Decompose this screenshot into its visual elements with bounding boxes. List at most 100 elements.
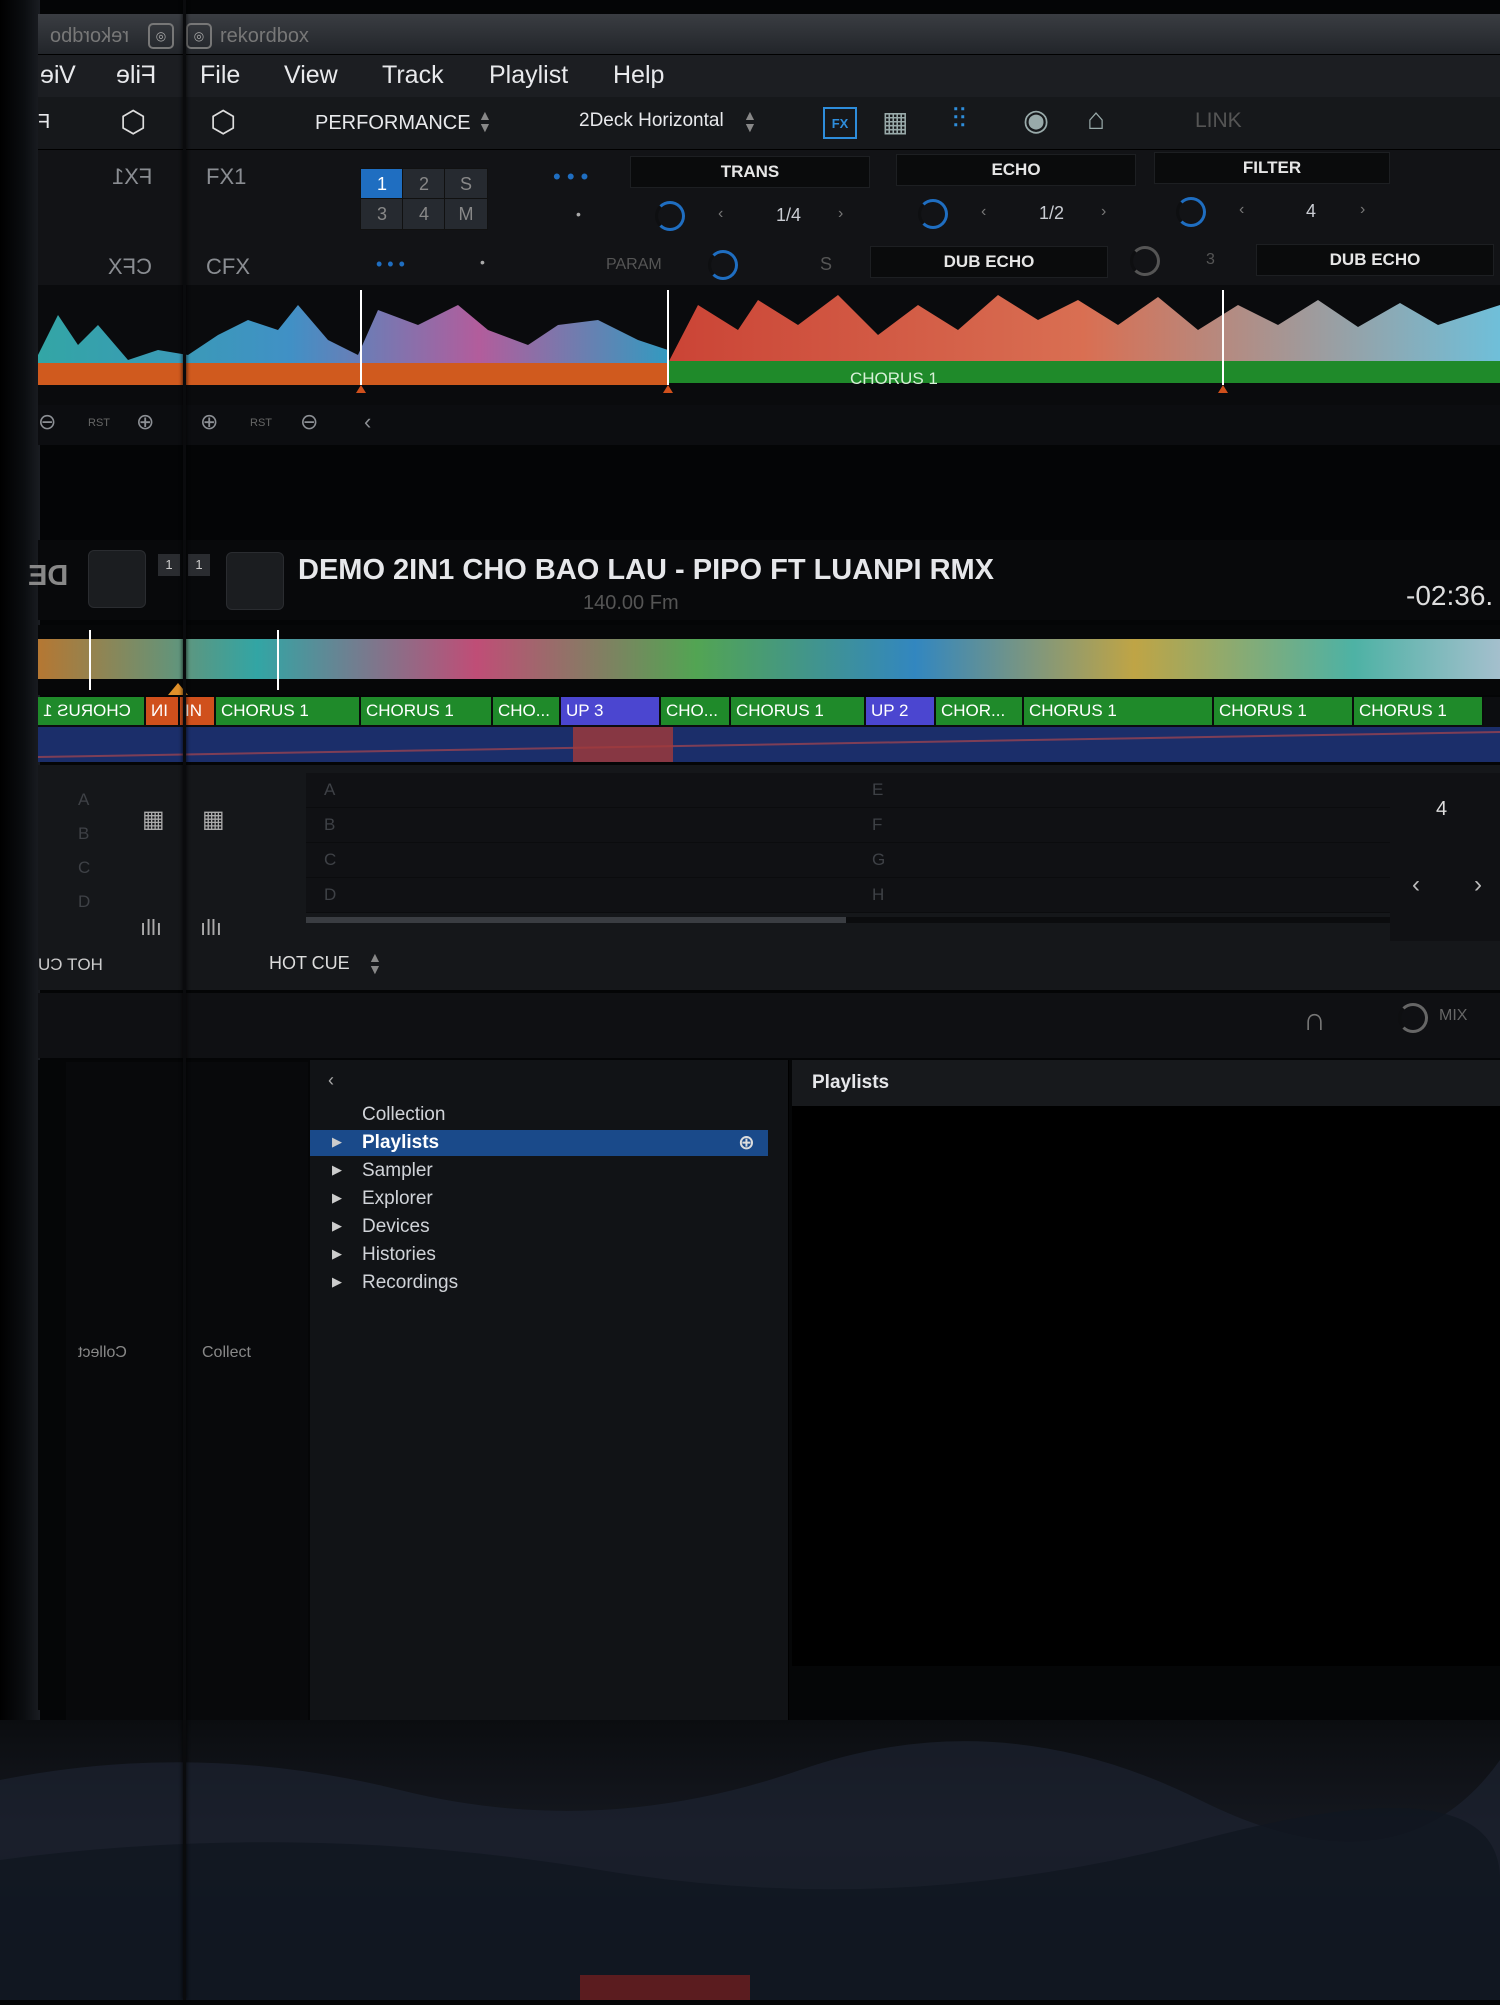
fx-panel-button[interactable]: FX bbox=[823, 107, 857, 139]
cfx-dub-echo-select[interactable]: DUB ECHO bbox=[870, 246, 1108, 278]
hot-cue-letter: E bbox=[872, 780, 884, 799]
fx-deck-m-button[interactable]: M bbox=[444, 198, 488, 230]
next-icon[interactable]: › bbox=[838, 205, 843, 223]
hot-cue-marker[interactable]: CHORUS 1 bbox=[38, 697, 146, 725]
expand-arrow-icon[interactable]: ▶ bbox=[332, 1246, 342, 1262]
zoom-in-icon[interactable]: ⊕ bbox=[136, 409, 154, 435]
sampler-icon[interactable]: ⌂ bbox=[1087, 103, 1105, 137]
expand-arrow-icon[interactable]: ▶ bbox=[332, 1218, 342, 1234]
beat-jump-forward-icon[interactable]: › bbox=[1474, 871, 1482, 899]
hot-cue-marker[interactable]: UP 3 bbox=[561, 697, 661, 725]
fx-deck-1-button[interactable]: 1 bbox=[360, 168, 404, 200]
prev-icon[interactable]: ‹ bbox=[981, 203, 986, 221]
expand-arrow-icon[interactable]: ▶ bbox=[332, 1162, 342, 1178]
tree-item-playlists[interactable]: ▶ Playlists ⊕ bbox=[310, 1130, 768, 1156]
fx-unit-1-knob[interactable] bbox=[655, 201, 685, 231]
hot-cue-label: IN bbox=[151, 701, 168, 720]
fx-unit-2-select[interactable]: ECHO bbox=[896, 154, 1136, 186]
beat-jump-back-icon[interactable]: ‹ bbox=[1412, 871, 1420, 899]
mixer-panel-icon[interactable]: ⫶⫶ bbox=[952, 103, 966, 136]
expand-arrow-icon[interactable]: ▶ bbox=[332, 1190, 342, 1206]
collapse-tree-icon[interactable]: ‹ bbox=[328, 1070, 334, 1091]
pad-mode-updown-icon[interactable]: ▲ ▼ bbox=[368, 950, 382, 976]
fx-unit-3-knob[interactable] bbox=[1176, 197, 1206, 227]
tree-item-devices[interactable]: ▶ Devices bbox=[310, 1214, 768, 1240]
fx-deck-s-button[interactable]: S bbox=[444, 168, 488, 200]
pad-mode-icon[interactable]: ▦ bbox=[202, 805, 225, 834]
tree-item-recordings[interactable]: ▶ Recordings bbox=[310, 1270, 768, 1296]
hot-cue-letter: B bbox=[78, 824, 90, 843]
link-button[interactable]: LINK bbox=[1195, 109, 1242, 133]
grid-panel-icon[interactable]: ▦ bbox=[882, 105, 908, 138]
hot-cue-row[interactable]: C G bbox=[306, 843, 1398, 878]
scrollbar-thumb[interactable] bbox=[306, 917, 846, 923]
prev-icon[interactable]: ‹ bbox=[1239, 201, 1244, 219]
deck-waveform-zoom[interactable]: CHORUS 1 bbox=[38, 285, 1500, 405]
hot-cue-marker[interactable]: IN bbox=[146, 697, 180, 725]
pad-mode-select[interactable]: HOT CUE bbox=[269, 953, 350, 974]
hot-cue-marker[interactable]: CHORUS 1 bbox=[216, 697, 361, 725]
chevron-left-icon[interactable]: ‹ bbox=[364, 409, 371, 435]
pad-scrollbar[interactable] bbox=[306, 917, 1398, 923]
menu-help[interactable]: Help bbox=[613, 61, 664, 90]
tree-item-explorer[interactable]: ▶ Explorer bbox=[310, 1186, 768, 1212]
hot-cue-marker[interactable]: CHORUS 1 bbox=[1024, 697, 1214, 725]
mode-updown-icon[interactable]: ▲ ▼ bbox=[478, 108, 492, 134]
cfx-dub-echo-select-2[interactable]: DUB ECHO bbox=[1256, 244, 1494, 276]
more-dots-icon[interactable]: • • • bbox=[376, 254, 405, 275]
fx-unit-2-knob[interactable] bbox=[918, 199, 948, 229]
waveform-mode-icon[interactable]: ıllı bbox=[200, 915, 222, 941]
pad-mode-icon[interactable]: ▦ bbox=[142, 805, 165, 834]
cfx-knob-2[interactable] bbox=[1130, 246, 1160, 276]
hot-cue-marker[interactable]: CHORUS 1 bbox=[361, 697, 493, 725]
hot-cue-marker[interactable]: CHORUS 1 bbox=[1214, 697, 1354, 725]
layout-updown-icon[interactable]: ▲ ▼ bbox=[743, 108, 757, 134]
hot-cue-marker[interactable]: CHO... bbox=[661, 697, 731, 725]
zoom-out-icon[interactable]: ⊖ bbox=[300, 409, 318, 435]
rst-label[interactable]: RST bbox=[88, 417, 110, 429]
hot-cue-marker[interactable]: CHO... bbox=[493, 697, 561, 725]
cfx-param-knob[interactable] bbox=[708, 250, 738, 280]
menu-playlist[interactable]: Playlist bbox=[489, 61, 568, 90]
rekordbox-logo-icon[interactable]: ⬡ bbox=[210, 105, 236, 140]
tree-item-label: Recordings bbox=[362, 1272, 459, 1293]
menu-file[interactable]: File bbox=[200, 61, 240, 90]
waveform-mode-icon[interactable]: ıllı bbox=[140, 915, 162, 941]
mix-knob[interactable] bbox=[1398, 1003, 1428, 1033]
hot-cue-row[interactable]: D H bbox=[306, 878, 1398, 913]
rekordbox-logo-icon[interactable]: ⬡ bbox=[120, 105, 146, 140]
tree-item-sampler[interactable]: ▶ Sampler bbox=[310, 1158, 768, 1184]
hot-cue-marker[interactable]: CHORUS 1 bbox=[1354, 697, 1484, 725]
hot-cue-row[interactable]: A E bbox=[306, 773, 1398, 808]
hot-cue-marker[interactable]: CHORUS 1 bbox=[731, 697, 866, 725]
prev-icon[interactable]: ‹ bbox=[718, 205, 723, 223]
fx-unit-3-select[interactable]: FILTER bbox=[1154, 152, 1390, 184]
next-icon[interactable]: › bbox=[1360, 201, 1365, 219]
zoom-in-icon[interactable]: ⊕ bbox=[200, 409, 218, 435]
hot-cue-marker[interactable]: CHOR... bbox=[936, 697, 1024, 725]
more-dots-icon[interactable]: • • • bbox=[553, 164, 588, 190]
next-icon[interactable]: › bbox=[1101, 203, 1106, 221]
overview-waveform[interactable] bbox=[38, 625, 1500, 695]
hot-cue-marker[interactable]: UP 2 bbox=[866, 697, 936, 725]
zoom-out-icon[interactable]: ⊖ bbox=[38, 409, 56, 435]
rst-label[interactable]: RST bbox=[250, 417, 272, 429]
collection-label: Collect bbox=[202, 1344, 251, 1361]
fx-deck-3-button[interactable]: 3 bbox=[360, 198, 404, 230]
menu-track[interactable]: Track bbox=[382, 61, 444, 90]
record-icon[interactable]: ◉ bbox=[1023, 103, 1049, 138]
fx-deck-2-button[interactable]: 2 bbox=[402, 168, 446, 200]
mode-select[interactable]: PERFORMANCE bbox=[315, 112, 471, 135]
hot-cue-row[interactable]: B F bbox=[306, 808, 1398, 843]
fx-deck-4-button[interactable]: 4 bbox=[402, 198, 446, 230]
tree-item-histories[interactable]: ▶ Histories bbox=[310, 1242, 768, 1268]
playlist-track-list[interactable] bbox=[792, 1106, 1500, 1666]
menu-view[interactable]: View bbox=[284, 61, 338, 90]
expand-arrow-icon[interactable]: ▶ bbox=[332, 1134, 342, 1150]
expand-arrow-icon[interactable]: ▶ bbox=[332, 1274, 342, 1290]
layout-select[interactable]: 2Deck Horizontal bbox=[579, 110, 724, 132]
tree-item-collection[interactable]: Collection bbox=[310, 1102, 768, 1128]
headphones-icon[interactable]: ∩ bbox=[1303, 1001, 1326, 1038]
fx-unit-1-select[interactable]: TRANS bbox=[630, 156, 870, 188]
add-playlist-icon[interactable]: ⊕ bbox=[738, 1130, 755, 1155]
